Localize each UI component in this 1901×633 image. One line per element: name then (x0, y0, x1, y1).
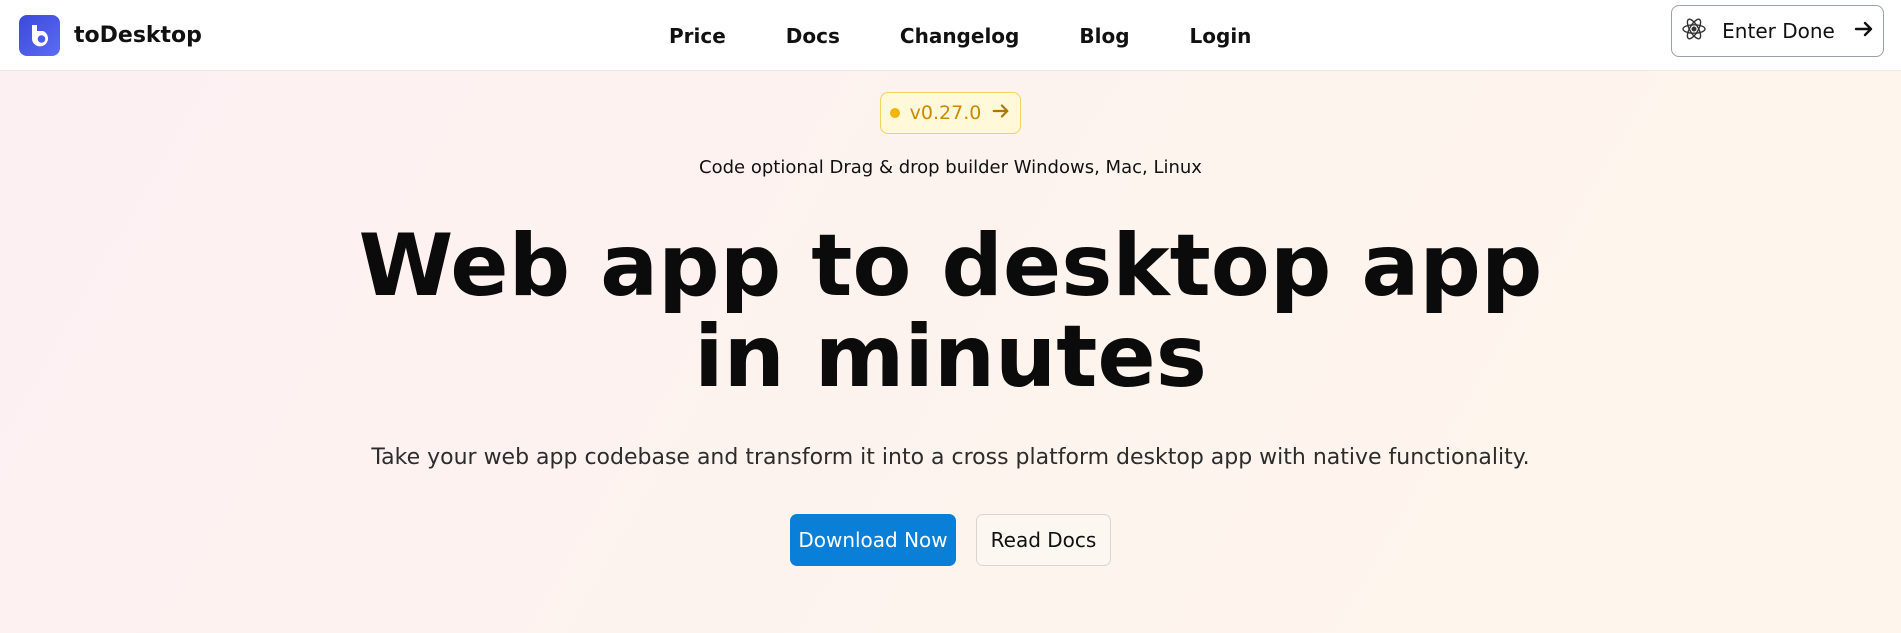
nav-link-docs[interactable]: Docs (786, 24, 840, 48)
status-dot-icon (889, 108, 900, 118)
arrow-right-icon (991, 101, 1011, 126)
download-now-button[interactable]: Download Now (790, 514, 956, 566)
brand-link[interactable]: toDesktop (19, 14, 202, 56)
hero-tagline: Code optional Drag & drop builder Window… (699, 157, 1202, 178)
enter-done-label: Enter Done (1722, 19, 1835, 43)
nav-link-changelog[interactable]: Changelog (900, 24, 1019, 48)
top-navbar: toDesktop Price Docs Changelog Blog Logi… (0, 0, 1901, 71)
read-docs-button[interactable]: Read Docs (976, 514, 1111, 566)
main-nav: Price Docs Changelog Blog Login (669, 0, 1251, 71)
electron-icon (1680, 15, 1708, 48)
nav-link-blog[interactable]: Blog (1079, 24, 1129, 48)
enter-done-button[interactable]: Enter Done (1671, 5, 1884, 57)
hero-headline: Web app to desktop app in minutes (0, 221, 1901, 403)
version-label: v0.27.0 (909, 102, 982, 124)
cta-group: Download Now Read Docs (790, 514, 1111, 566)
headline-line-2: in minutes (694, 307, 1207, 407)
version-badge[interactable]: v0.27.0 (880, 92, 1021, 134)
hero-section: v0.27.0 Code optional Drag & drop builde… (0, 71, 1901, 633)
hero-subheadline: Take your web app codebase and transform… (371, 445, 1530, 470)
nav-link-price[interactable]: Price (669, 24, 726, 48)
brand-name: toDesktop (74, 22, 202, 48)
nav-link-login[interactable]: Login (1190, 24, 1252, 48)
arrow-right-icon (1853, 18, 1875, 45)
headline-line-1: Web app to desktop app (358, 216, 1543, 316)
todesktop-logo-icon (19, 14, 60, 56)
